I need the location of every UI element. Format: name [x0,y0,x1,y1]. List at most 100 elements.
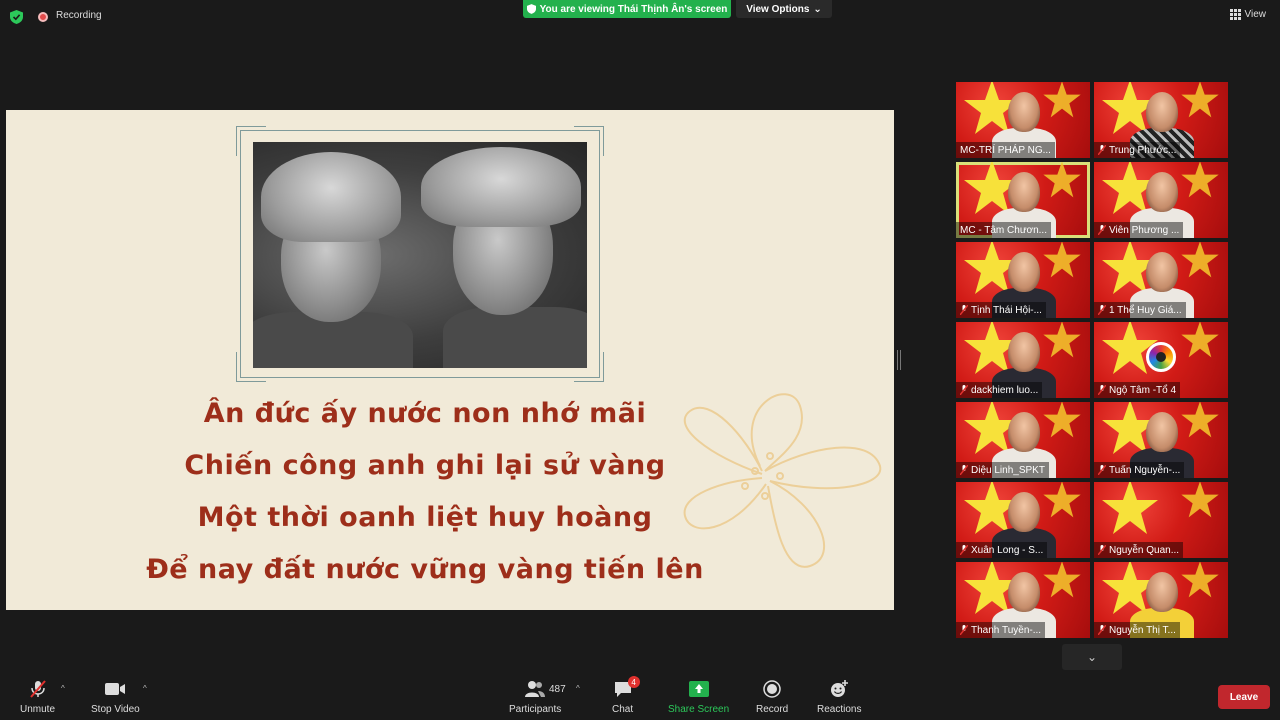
participant-name-bar: Diệu Linh_SPKT [956,462,1049,478]
unmute-button[interactable]: Unmute [20,678,55,715]
star-decoration [1102,482,1158,534]
leave-button[interactable]: Leave [1218,685,1270,709]
avatar [1146,252,1178,292]
participant-tile[interactable]: Thanh Tuyền-... [956,562,1090,638]
participant-name: Xuân Long - S... [971,544,1044,556]
participant-tile[interactable]: MC-TRÍ PHÁP NG... [956,82,1090,158]
microphone-muted-icon [960,545,968,555]
record-icon [763,680,781,698]
chat-label: Chat [612,704,634,715]
participant-tile[interactable]: Viên Phương ... [1094,162,1228,238]
participant-tile[interactable]: Nguyễn Thị T... [1094,562,1228,638]
security-shield-icon[interactable] [10,10,23,24]
chat-button[interactable]: 4 Chat [612,676,640,715]
meeting-toolbar: Unmute ^ Stop Video ^ Participants 487 ^ [0,672,1280,720]
participant-tile[interactable]: Trung Phước... [1094,82,1228,158]
historical-photo [253,142,587,368]
microphone-muted-icon [960,385,968,395]
participant-name: 1 Thể Huy Giá... [1109,304,1182,316]
microphone-muted-icon [1098,545,1106,555]
gallery-scroll-down-button[interactable]: ⌄ [1062,644,1122,670]
avatar [1146,412,1178,452]
star-decoration [1043,82,1081,118]
participant-tile[interactable]: 1 Thể Huy Giá... [1094,242,1228,318]
star-decoration [1181,402,1219,438]
participant-tile[interactable]: Xuân Long - S... [956,482,1090,558]
participants-count: 487 [549,684,566,695]
avatar [1008,332,1040,372]
view-options-label: View Options [746,3,810,15]
star-decoration [1043,162,1081,198]
record-button[interactable]: Record [756,678,788,715]
splitter-handle[interactable] [897,350,901,370]
microphone-muted-icon [1098,625,1106,635]
microphone-muted-icon [1098,225,1106,235]
participant-name: Trung Phước... [1109,144,1177,156]
share-screen-button[interactable]: Share Screen [668,678,729,715]
avatar [1008,252,1040,292]
star-decoration [1181,562,1219,598]
video-options-caret[interactable]: ^ [143,684,147,693]
participant-name-bar: dackhiem luo... [956,382,1043,398]
participant-tile[interactable]: Tuấn Nguyễn-... [1094,402,1228,478]
star-decoration [1181,82,1219,118]
avatar [1008,492,1040,532]
avatar [1146,172,1178,212]
participant-name: Nguyễn Quan... [1109,544,1180,556]
avatar [1146,572,1178,612]
participant-tile[interactable]: MC - Tâm Chươn... [956,162,1090,238]
smiley-plus-icon [831,680,849,697]
microphone-muted-icon [1098,385,1106,395]
shared-screen: Ân đức ấy nước non nhớ mãi Chiến công an… [6,110,894,610]
star-decoration [1181,482,1219,518]
star-decoration [1043,482,1081,518]
chat-unread-badge: 4 [627,676,640,688]
star-decoration [1043,562,1081,598]
view-label: View [1244,9,1267,20]
reactions-button[interactable]: Reactions [817,678,861,715]
participant-tile[interactable]: Nguyễn Quan... [1094,482,1228,558]
participant-name: MC-TRÍ PHÁP NG... [960,144,1051,156]
recording-label: Recording [56,10,102,21]
microphone-muted-icon [29,680,46,698]
participant-tile[interactable]: Diệu Linh_SPKT [956,402,1090,478]
participant-name: Tịnh Thái Hội-... [971,304,1042,316]
share-screen-label: Share Screen [668,704,730,715]
participant-name: Thanh Tuyền-... [971,624,1042,636]
chevron-down-icon: ⌄ [1086,650,1098,664]
view-button[interactable]: View [1229,9,1267,20]
participant-name-bar: MC - Tâm Chươn... [956,222,1051,238]
avatar [1008,92,1040,132]
participant-name: Tuấn Nguyễn-... [1109,464,1181,476]
participant-tile[interactable]: Tịnh Thái Hội-... [956,242,1090,318]
microphone-muted-icon [960,305,968,315]
viewing-banner: You are viewing Thái Thịnh Ân's screen [523,0,731,18]
video-camera-icon [105,683,126,695]
participant-name-bar: Tịnh Thái Hội-... [956,302,1046,318]
star-decoration [1181,242,1219,278]
star-decoration [1181,162,1219,198]
microphone-muted-icon [1098,305,1106,315]
participant-name-bar: Xuân Long - S... [956,542,1048,558]
participant-name-bar: Tuấn Nguyễn-... [1094,462,1185,478]
participant-tile[interactable]: Ngộ Tâm -Tổ 4 [1094,322,1228,398]
record-label: Record [756,704,789,715]
participants-options-caret[interactable]: ^ [576,684,580,693]
participant-name-bar: MC-TRÍ PHÁP NG... [956,142,1055,158]
star-decoration [1181,322,1219,358]
avatar [1008,412,1040,452]
participants-icon [525,681,546,697]
view-options-button[interactable]: View Options ⌄ [736,0,832,18]
participant-name-bar: Nguyễn Thị T... [1094,622,1180,638]
participant-name: dackhiem luo... [971,384,1039,396]
audio-options-caret[interactable]: ^ [61,684,65,693]
participant-tile[interactable]: dackhiem luo... [956,322,1090,398]
avatar [1008,572,1040,612]
grid-icon [1229,9,1241,20]
recording-icon [38,12,48,22]
unmute-label: Unmute [20,704,56,715]
participant-name-bar: Trung Phước... [1094,142,1181,158]
stop-video-label: Stop Video [91,704,140,715]
stop-video-button[interactable]: Stop Video [91,678,140,715]
participants-label: Participants [509,704,562,715]
